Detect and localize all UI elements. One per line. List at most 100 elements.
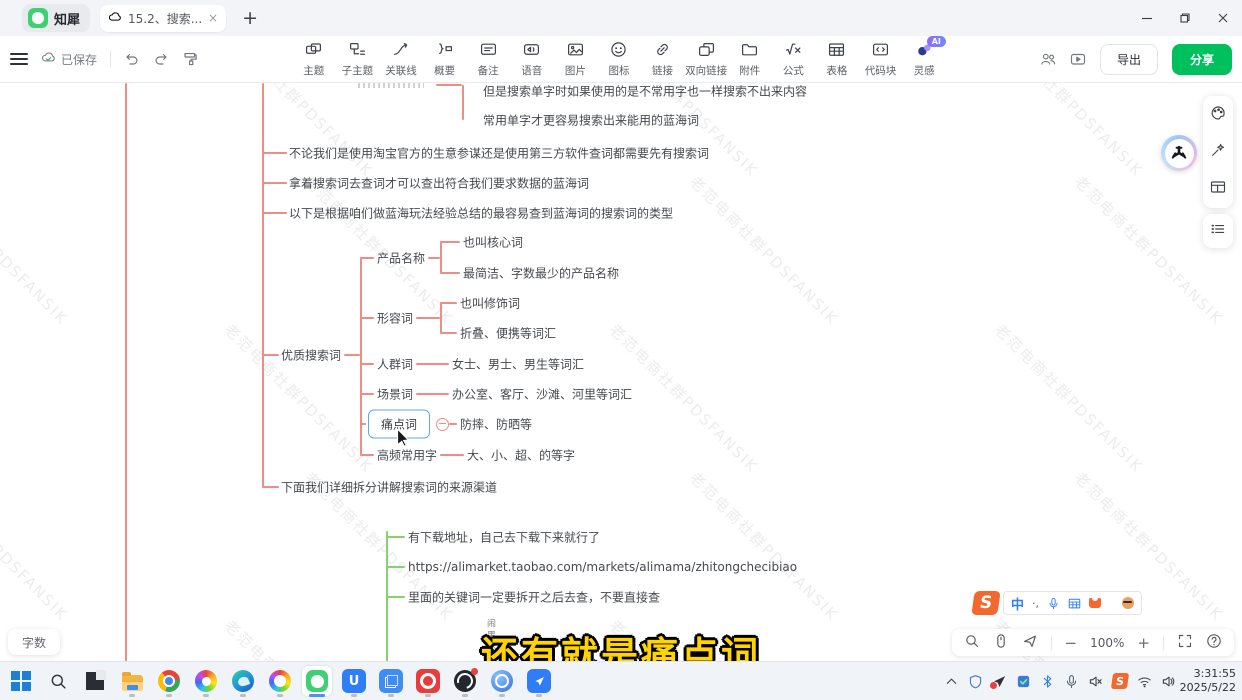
taskbar-app-edge[interactable]	[228, 666, 258, 696]
undo-button[interactable]	[124, 51, 140, 67]
taskbar-app-color-ball[interactable]	[265, 666, 295, 696]
ime-emoji-icon[interactable]	[1122, 597, 1134, 609]
fullscreen-icon[interactable]	[1177, 633, 1193, 652]
mindmap-node[interactable]: 防摔、防晒等	[460, 416, 532, 433]
speaker-muted-icon[interactable]	[1088, 674, 1103, 689]
toolbar-item-图片[interactable]: 图片	[554, 41, 598, 78]
wifi-icon[interactable]	[1137, 674, 1152, 689]
toolbar-item-主题[interactable]: 主题	[292, 41, 336, 78]
mindmap-node[interactable]: 也叫修饰词	[460, 295, 520, 312]
zoom-in-button[interactable]: +	[1137, 634, 1150, 652]
format-painter-button[interactable]	[182, 51, 198, 67]
mindmap-node[interactable]: 以下是根据咱们做蓝海玩法经验总结的最容易查到蓝海词的搜索词的类型	[289, 205, 673, 222]
taskbar-app-obs[interactable]	[450, 666, 480, 696]
sogou-logo-icon[interactable]: S	[971, 591, 1000, 615]
toolbar-item-双向链接[interactable]: 双向链接	[684, 41, 728, 78]
toolbar-item-代码块[interactable]: 代码块	[859, 41, 903, 78]
mindmap-node[interactable]: 拿着搜索词去查词才可以查出符合我们要求数据的蓝海词	[289, 175, 589, 192]
mouse-mode-icon[interactable]	[993, 633, 1009, 652]
share-button[interactable]: 分享	[1172, 44, 1232, 75]
new-tab-button[interactable]: +	[242, 7, 258, 29]
close-button[interactable]	[1204, 0, 1242, 36]
zoom-out-button[interactable]: −	[1065, 634, 1078, 652]
toolbar-item-附件[interactable]: 附件	[728, 41, 772, 78]
taskbar-app-uu-blue[interactable]: U	[339, 666, 369, 696]
mindmap-node[interactable]: 里面的关键词一定要拆开之后去查，不要直接查	[408, 589, 660, 606]
mindmap-node[interactable]: 产品名称	[377, 250, 425, 267]
ime-microphone-icon[interactable]	[1047, 597, 1060, 610]
mindmap-node[interactable]: 最简洁、字数最少的产品名称	[463, 265, 619, 282]
redo-button[interactable]	[153, 51, 169, 67]
sogou-icon[interactable]: S	[1112, 673, 1128, 689]
search-icon[interactable]	[964, 633, 980, 652]
nutstore-icon[interactable]	[1016, 674, 1031, 689]
taskbar-app-win-start[interactable]	[6, 666, 36, 696]
taskbar-app-red-record[interactable]	[413, 666, 443, 696]
mindmap-node[interactable]: 不论我们是使用淘宝官方的生意参谋还是使用第三方软件查词都需要先有搜索词	[289, 145, 709, 162]
menu-button[interactable]	[10, 53, 28, 65]
taskbar-app-chrome[interactable]	[154, 666, 184, 696]
layout-icon[interactable]	[1210, 179, 1226, 199]
taskbar-clock[interactable]: 3:31:55 2025/5/22	[1180, 662, 1236, 700]
mindmap-node[interactable]: 女士、男士、男生等词汇	[452, 356, 584, 373]
mindmap-node[interactable]: 折叠、便携等词汇	[460, 325, 556, 342]
microphone-icon[interactable]	[1064, 674, 1079, 689]
ime-punctuation-toggle[interactable]: ·,	[1032, 597, 1039, 610]
ai-assistant-button[interactable]	[1161, 135, 1197, 171]
taskbar-app-blue-rocket[interactable]	[524, 666, 554, 696]
collapse-node-button[interactable]	[436, 418, 449, 431]
restore-button[interactable]	[1166, 0, 1204, 36]
toolbar-item-概要[interactable]: 概要	[423, 41, 467, 78]
mindmap-node[interactable]: 办公室、客厅、沙滩、河里等词汇	[452, 386, 632, 403]
mindmap-node[interactable]: 也叫核心词	[463, 234, 523, 251]
toolbar-item-灵感[interactable]: 灵感AI	[902, 41, 946, 78]
mindmap-canvas[interactable]: 老范电商社群PDSFANSIK老范电商社群PDSFANSIK老范电商社群PDSF…	[0, 83, 1242, 662]
toolbar-item-语音[interactable]: 语音	[510, 41, 554, 78]
toolbar-item-公式[interactable]: 公式	[772, 41, 816, 78]
taskbar-app-swirl-browser[interactable]	[191, 666, 221, 696]
collaborate-button[interactable]	[1040, 51, 1056, 67]
mindmap-node[interactable]: 常用单字才更容易搜索出来能用的蓝海词	[483, 112, 699, 129]
word-count-button[interactable]: 字数	[8, 629, 60, 655]
locate-icon[interactable]	[1022, 633, 1038, 652]
document-tab[interactable]: 15.2、搜索... ×	[100, 5, 226, 32]
taskbar-app-folder[interactable]	[117, 666, 147, 696]
taskbar-app-blue-circle[interactable]	[487, 666, 517, 696]
taskbar-app-darkpad[interactable]	[80, 666, 110, 696]
ime-skin-icon[interactable]	[1089, 598, 1101, 608]
app-logo-pill[interactable]: 知犀	[22, 4, 90, 32]
mindmap-node[interactable]: 形容词	[377, 310, 413, 327]
help-icon[interactable]	[1206, 633, 1222, 652]
taskbar-app-zhixi[interactable]	[302, 666, 332, 696]
mindmap-node[interactable]: https://alimarket.taobao.com/markets/ali…	[408, 560, 797, 574]
mindmap-node[interactable]: 有下载地址，自己去下载下来就行了	[408, 529, 600, 546]
export-button[interactable]: 导出	[1100, 44, 1158, 75]
toolbar-item-关联线[interactable]: 关联线	[379, 41, 423, 78]
presentation-button[interactable]	[1070, 51, 1086, 67]
toolbar-item-链接[interactable]: 链接	[641, 41, 685, 78]
mindmap-node[interactable]: 优质搜索词	[281, 347, 341, 364]
toolbar-item-备注[interactable]: 备注	[466, 41, 510, 78]
mindmap-node[interactable]: 人群词	[377, 356, 413, 373]
ime-keyboard-icon[interactable]	[1068, 597, 1081, 610]
toolbar-item-图标[interactable]: 图标	[597, 41, 641, 78]
zoom-level[interactable]: 100%	[1090, 636, 1124, 650]
mindmap-node[interactable]: 大、小、超、的等字	[467, 447, 575, 464]
beautify-wand-icon[interactable]	[1210, 142, 1226, 162]
volume-icon[interactable]	[1161, 674, 1176, 689]
bluetooth-icon[interactable]	[1040, 674, 1055, 689]
minimize-button[interactable]	[1128, 0, 1166, 36]
mindmap-node[interactable]: 但是搜索单字时如果使用的是不常用字也一样搜索不出来内容	[483, 83, 807, 100]
mindmap-node[interactable]: 下面我们详细拆分讲解搜索词的来源渠道	[281, 479, 497, 496]
taskbar-app-blue-stack[interactable]	[376, 666, 406, 696]
mindmap-node[interactable]: 场景词	[377, 386, 413, 403]
outline-list-icon[interactable]	[1210, 221, 1226, 241]
ime-language-toggle[interactable]: 中	[1011, 594, 1024, 613]
shield-icon[interactable]	[968, 674, 983, 689]
taskbar-app-search[interactable]	[43, 666, 73, 696]
telegram-icon[interactable]	[992, 674, 1007, 689]
theme-palette-icon[interactable]	[1210, 105, 1226, 125]
toolbar-item-子主题[interactable]: 子主题	[336, 41, 380, 78]
chevron-up-icon[interactable]	[944, 674, 959, 689]
toolbar-item-表格[interactable]: 表格	[815, 41, 859, 78]
